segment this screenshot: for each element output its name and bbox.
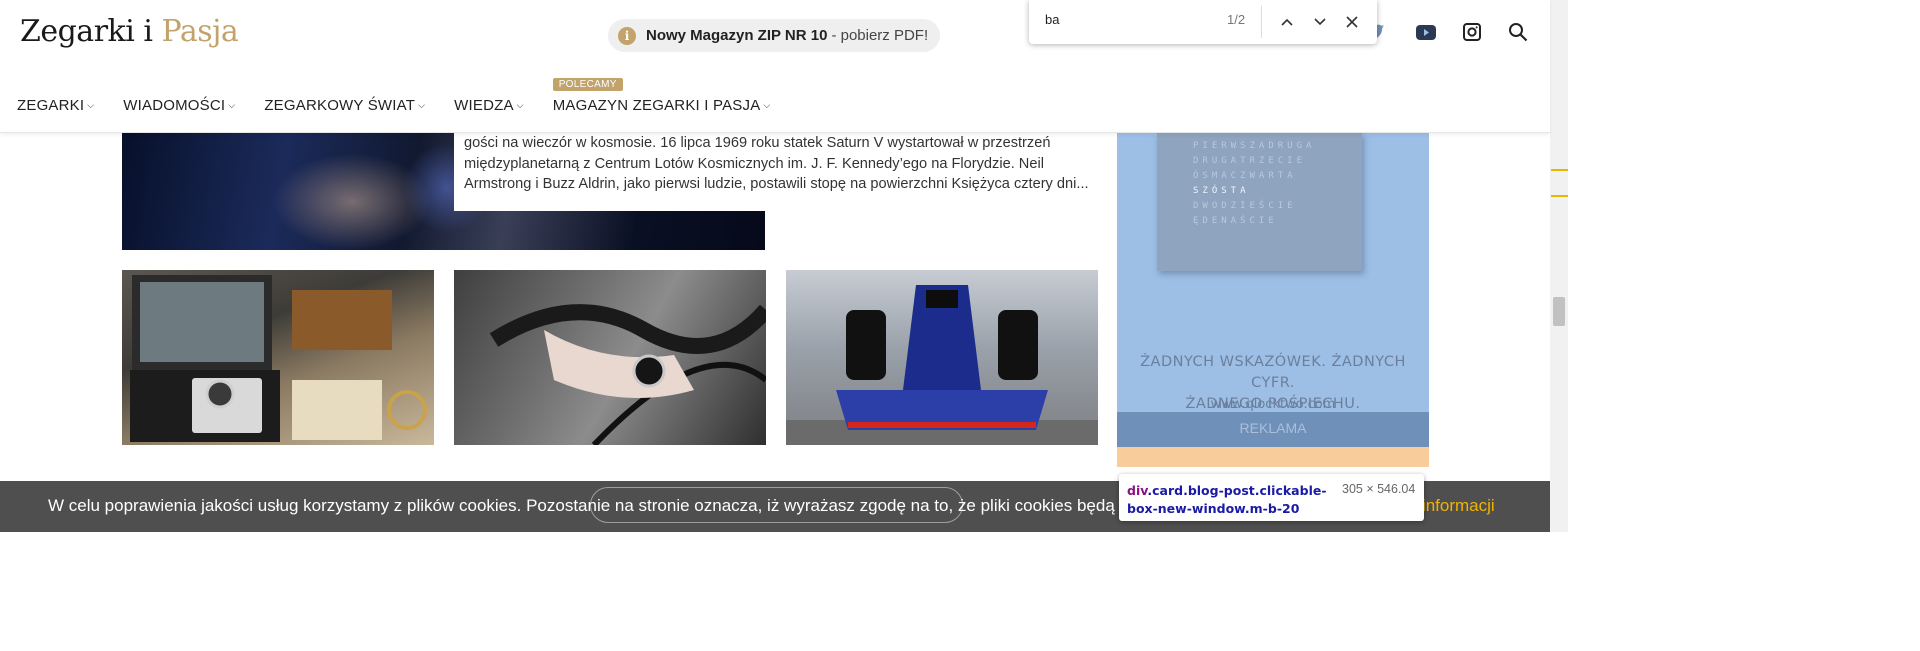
devtools-margin-highlight (1117, 447, 1429, 467)
find-match-marker (1551, 169, 1568, 171)
nav-item-magazyn[interactable]: POLECAMY MAGAZYN ZEGARKI I PASJA ⌵ (552, 78, 771, 114)
ad-tagline-line: ŻADNYCH WSKAZÓWEK. ŻADNYCH CYFR. (1140, 354, 1406, 391)
nav-label: ZEGARKI (17, 97, 85, 114)
recommended-badge: POLECAMY (552, 78, 623, 91)
instagram-icon[interactable] (1462, 22, 1482, 42)
element-tag: div (1127, 483, 1148, 498)
find-match-count: 1/2 (1227, 12, 1246, 27)
article-thumbnail-f1-car[interactable] (786, 270, 1098, 445)
article-thumbnail-bicycle[interactable] (454, 270, 766, 445)
excerpt-line: Armstrong i Buzz Aldrin, jako pierwsi lu… (464, 176, 1089, 192)
nav-item-zegarkowy-swiat[interactable]: ZEGARKOWY ŚWIAT ⌵ (264, 97, 425, 114)
clock-row: DWODZIEŚCIE (1193, 201, 1297, 211)
promo-cta: - pobierz PDF! (831, 27, 929, 44)
clock-row: PIERWSZADRUGA (1193, 141, 1316, 151)
feature-article-excerpt[interactable]: gości na wieczór w kosmosie. 16 lipca 19… (454, 133, 1104, 211)
excerpt-line: gości na wieczór w kosmosie. 16 lipca 19… (464, 135, 1051, 151)
logo-text-2: Pasja (161, 14, 239, 49)
youtube-link (1416, 22, 1436, 42)
cookie-text: W celu poprawienia jakości usług korzyst… (48, 496, 1242, 515)
qlocktwo-clock-image: PIERWSZADRUGA DRUGATRZECIE ÓSMACZWARTA SZÓS… (1157, 133, 1362, 271)
element-selector: div.card.blog-post.clickable-box-new-win… (1127, 482, 1337, 518)
excerpt-line: międzyplanetarną z Centrum Lotów Kosmicz… (464, 155, 1044, 172)
nav-label: WIADOMOŚCI (123, 97, 226, 114)
nav-item-wiedza[interactable]: WIEDZA ⌵ (454, 97, 524, 114)
close-icon (1346, 16, 1358, 28)
previous-match-button[interactable] (1275, 10, 1299, 34)
instagram-link (1462, 22, 1482, 42)
site-logo[interactable]: Zegarki i Pasja (20, 14, 239, 49)
next-match-button[interactable] (1308, 10, 1332, 34)
nav-label: ZEGARKOWY ŚWIAT (264, 97, 416, 114)
ad-label: REKLAMA (1117, 412, 1429, 447)
main-nav: ZEGARKI ⌵ WIADOMOŚCI ⌵ ZEGARKOWY ŚWIAT ⌵ WI… (17, 78, 799, 114)
promo-title: Nowy Magazyn ZIP NR 10 (646, 27, 828, 44)
chevron-down-icon: ⌵ (87, 100, 95, 110)
clock-row-highlight: SZÓSTA (1193, 186, 1250, 196)
devtools-element-tooltip: div.card.blog-post.clickable-box-new-win… (1119, 474, 1424, 521)
divider (1261, 6, 1262, 38)
chevron-down-icon: ⌵ (763, 100, 771, 110)
search-link (1508, 22, 1528, 42)
find-input[interactable] (1045, 12, 1215, 27)
nav-label: MAGAZYN ZEGARKI I PASJA (552, 97, 761, 114)
element-dimensions: 305 × 546.04 (1342, 482, 1416, 496)
chevron-down-icon (1314, 18, 1326, 26)
chevron-up-icon (1281, 18, 1293, 26)
chevron-down-icon: ⌵ (228, 100, 236, 110)
clock-row: ÓSMACZWARTA (1193, 171, 1297, 181)
close-find-button[interactable] (1340, 10, 1364, 34)
chevron-down-icon: ⌵ (516, 100, 524, 110)
clock-row: ĘDENAŚCIE (1193, 216, 1278, 226)
info-icon: i (618, 26, 636, 45)
find-match-marker (1551, 195, 1568, 197)
element-classes: .card.blog-post.clickable-box-new-window… (1127, 483, 1327, 516)
youtube-icon[interactable] (1416, 22, 1436, 42)
ad-url[interactable]: www.qlocktwo.com (1117, 397, 1429, 412)
page-scrollbar[interactable] (1550, 0, 1568, 532)
scrollbar-thumb[interactable] (1553, 297, 1565, 326)
nav-label: WIEDZA (454, 97, 514, 114)
magazine-promo-link[interactable]: i Nowy Magazyn ZIP NR 10 - pobierz PDF! (608, 19, 941, 52)
clock-row: DRUGATRZECIE (1193, 156, 1307, 166)
search-icon[interactable] (1508, 22, 1528, 42)
article-thumbnail-watch-case[interactable] (122, 270, 434, 445)
nav-item-wiadomosci[interactable]: WIADOMOŚCI ⌵ (123, 97, 235, 114)
nav-item-zegarki[interactable]: ZEGARKI ⌵ (17, 97, 94, 114)
logo-text-1: Zegarki i (20, 14, 153, 49)
chevron-down-icon: ⌵ (418, 100, 426, 110)
find-in-page-bar: 1/2 (1029, 0, 1377, 44)
